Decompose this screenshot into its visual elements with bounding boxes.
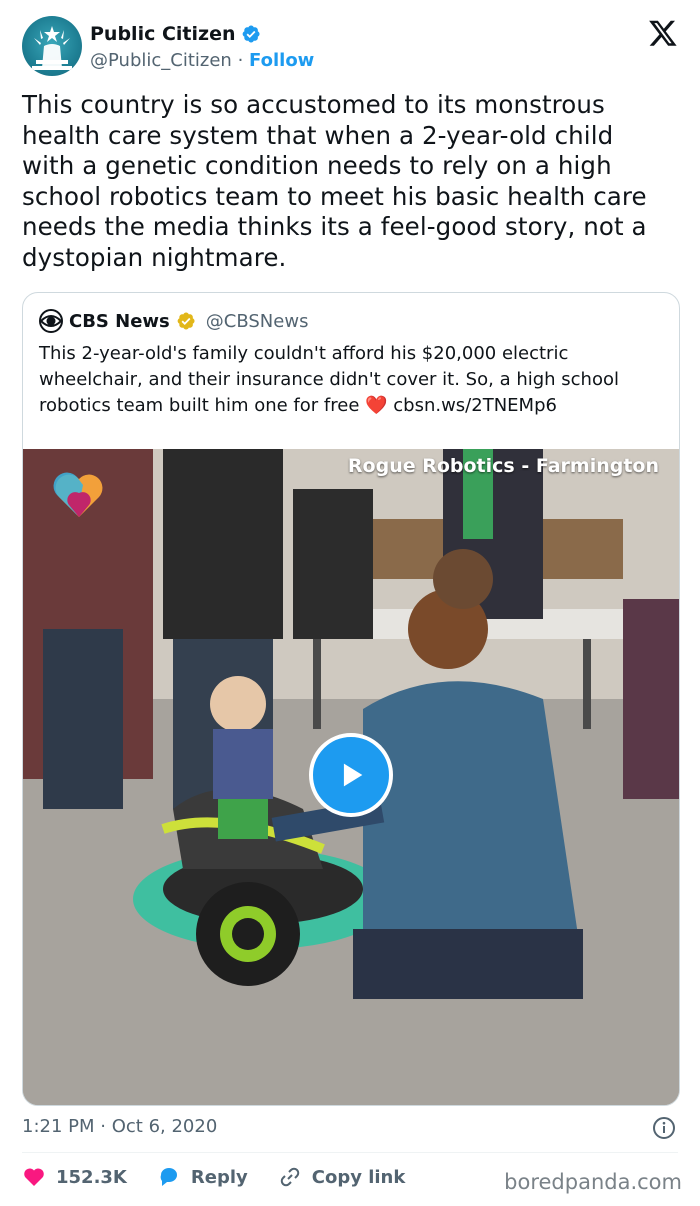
- like-count: 152.3K: [56, 1166, 127, 1188]
- author-handle[interactable]: @Public_Citizen: [90, 50, 232, 71]
- timestamp-separator: ·: [100, 1116, 106, 1137]
- info-icon[interactable]: [652, 1116, 676, 1140]
- link-icon: [280, 1167, 299, 1187]
- action-bar: 152.3K Reply Copy link: [22, 1165, 435, 1189]
- handle-row: @Public_Citizen · Follow: [90, 50, 314, 71]
- reply-bubble-icon: [160, 1168, 177, 1186]
- quoted-author-name[interactable]: CBS News: [69, 311, 170, 332]
- watermark: boredpanda.com: [504, 1170, 682, 1194]
- verified-badge-icon: [243, 25, 261, 43]
- video-player[interactable]: Rogue Robotics - Farmington: [23, 449, 679, 1105]
- quoted-tweet-header: CBS News @CBSNews: [39, 309, 308, 333]
- follow-button[interactable]: Follow: [249, 50, 314, 71]
- quoted-author-handle[interactable]: @CBSNews: [206, 311, 309, 332]
- copy-link-label: Copy link: [311, 1166, 406, 1188]
- play-button[interactable]: [309, 733, 393, 817]
- video-overlay-title: Rogue Robotics - Farmington: [347, 455, 659, 477]
- heart-logo-icon: [53, 472, 103, 517]
- author-name[interactable]: Public Citizen: [90, 23, 235, 45]
- heart-icon: [24, 1168, 44, 1186]
- statue-of-liberty-logo-icon: [32, 26, 72, 70]
- quoted-tweet[interactable]: CBS News @CBSNews This 2-year-old's fami…: [22, 292, 680, 1106]
- reply-button[interactable]: Reply: [157, 1165, 248, 1189]
- cbs-eye-logo-icon: [39, 309, 63, 333]
- tweet-time: 1:21 PM: [22, 1116, 95, 1137]
- dot-separator: ·: [237, 50, 244, 71]
- tweet-header: Public Citizen @Public_Citizen · Follow: [22, 16, 682, 80]
- x-logo-icon[interactable]: [648, 18, 678, 48]
- red-heart-emoji: ❤️: [365, 395, 388, 416]
- divider: [22, 1152, 678, 1153]
- play-icon: [343, 763, 363, 787]
- tweet-date: Oct 6, 2020: [111, 1116, 218, 1137]
- copy-link-button[interactable]: Copy link: [278, 1165, 406, 1189]
- avatar[interactable]: [22, 16, 82, 76]
- tweet-text: This country is so accustomed to its mon…: [22, 90, 647, 272]
- gold-verified-badge-icon: [177, 312, 195, 330]
- reply-label: Reply: [190, 1166, 248, 1188]
- tweet-timestamp[interactable]: 1:21 PM · Oct 6, 2020: [22, 1116, 217, 1137]
- quoted-tweet-text: This 2-year-old's family couldn't afford…: [39, 341, 659, 419]
- like-button[interactable]: 152.3K: [22, 1165, 127, 1189]
- quoted-link[interactable]: cbsn.ws/2TNEMp6: [388, 395, 557, 416]
